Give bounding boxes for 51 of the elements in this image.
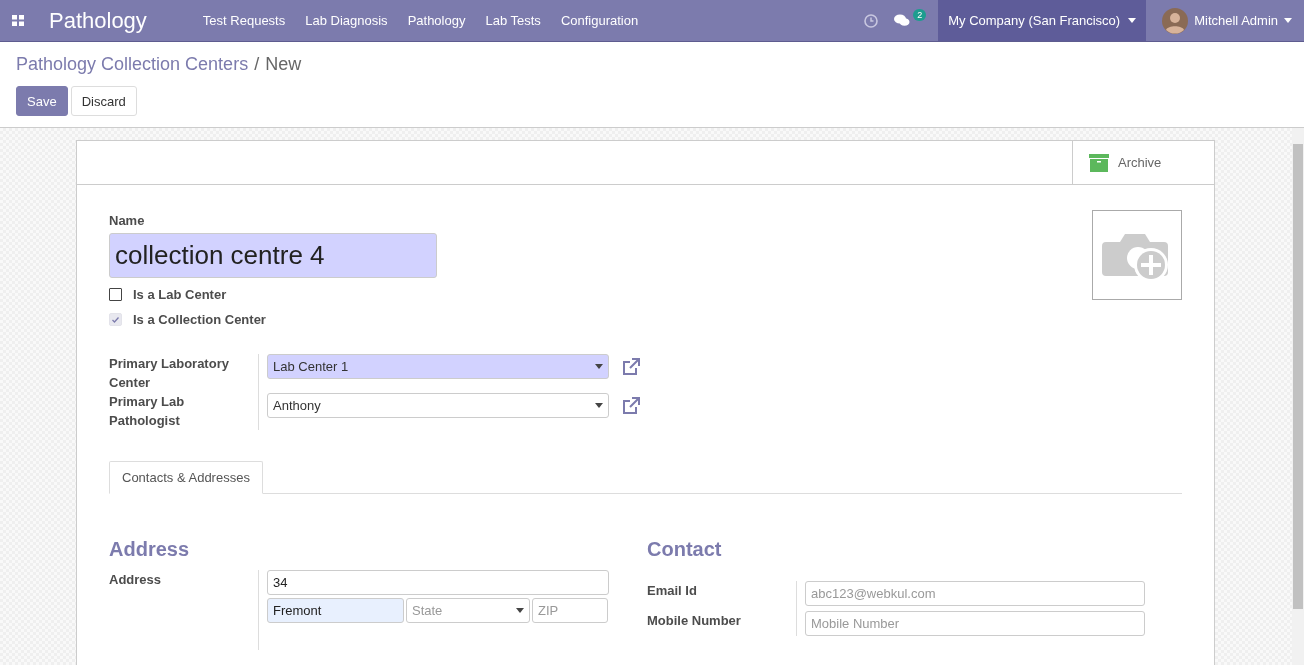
- tab[interactable]: Contacts & Addresses: [109, 461, 263, 494]
- field-label: Primary Laboratory Center: [109, 355, 230, 392]
- scrollbar-thumb[interactable]: [1293, 144, 1303, 609]
- company-switcher[interactable]: My Company (San Francisco): [938, 0, 1147, 41]
- grid-icon: [12, 15, 24, 26]
- message-count-badge: 2: [913, 9, 927, 21]
- state-dropdown[interactable]: State: [406, 598, 530, 623]
- dropdown-field[interactable]: Anthony: [267, 393, 609, 418]
- text-input[interactable]: abc123@webkul.com: [805, 581, 1145, 606]
- zip-input[interactable]: ZIP: [532, 598, 608, 623]
- section-title: Address: [109, 538, 191, 561]
- image-upload[interactable]: [1092, 210, 1182, 300]
- menu-item[interactable]: Lab Tests: [475, 0, 551, 41]
- menu-item[interactable]: Lab Diagnosis: [295, 0, 398, 41]
- caret-icon: [516, 608, 524, 613]
- breadcrumb-current: New: [265, 54, 302, 75]
- clock-icon: [864, 13, 879, 28]
- menu-item[interactable]: Test Requests: [192, 0, 296, 41]
- field-label: Mobile Number: [647, 612, 742, 630]
- app-title: Pathology: [49, 6, 147, 35]
- checkmark-icon: [112, 316, 119, 323]
- avatar-icon: [1162, 7, 1189, 34]
- breadcrumb-link[interactable]: Pathology Collection Centers: [16, 54, 249, 75]
- field-label: Email Id: [647, 582, 698, 600]
- field-label: Address: [109, 571, 163, 589]
- checkbox[interactable]: [109, 288, 122, 301]
- checkbox-label: Is a Lab Center: [133, 286, 227, 304]
- chat-icon: [894, 14, 911, 27]
- section-title: Contact: [647, 538, 723, 561]
- caret-icon: [595, 403, 603, 408]
- caret-icon: [1284, 18, 1292, 23]
- name-input[interactable]: collection centre 4: [109, 233, 437, 278]
- external-link-icon[interactable]: [621, 356, 641, 377]
- dropdown-field[interactable]: Lab Center 1: [267, 354, 609, 379]
- caret-icon: [595, 364, 603, 369]
- breadcrumb-separator: /: [254, 54, 260, 75]
- user-menu[interactable]: Mitchell Admin: [1146, 0, 1304, 41]
- discard-button[interactable]: Discard: [70, 86, 137, 116]
- external-link-icon[interactable]: [621, 395, 641, 416]
- messages-button[interactable]: 2: [886, 0, 925, 41]
- caret-icon: [1128, 18, 1137, 23]
- archive-box-icon: [1089, 153, 1109, 172]
- text-input[interactable]: Mobile Number: [805, 611, 1145, 636]
- field-label: Primary Lab Pathologist: [109, 393, 186, 430]
- street-input[interactable]: 34: [267, 570, 609, 595]
- city-input[interactable]: Fremont: [267, 598, 404, 623]
- checkbox-label: Is a Collection Center: [133, 311, 266, 329]
- field-label: Name: [109, 213, 145, 228]
- save-button[interactable]: Save: [16, 86, 68, 116]
- menu-item[interactable]: Configuration: [550, 0, 649, 41]
- menu-item[interactable]: Pathology: [397, 0, 476, 41]
